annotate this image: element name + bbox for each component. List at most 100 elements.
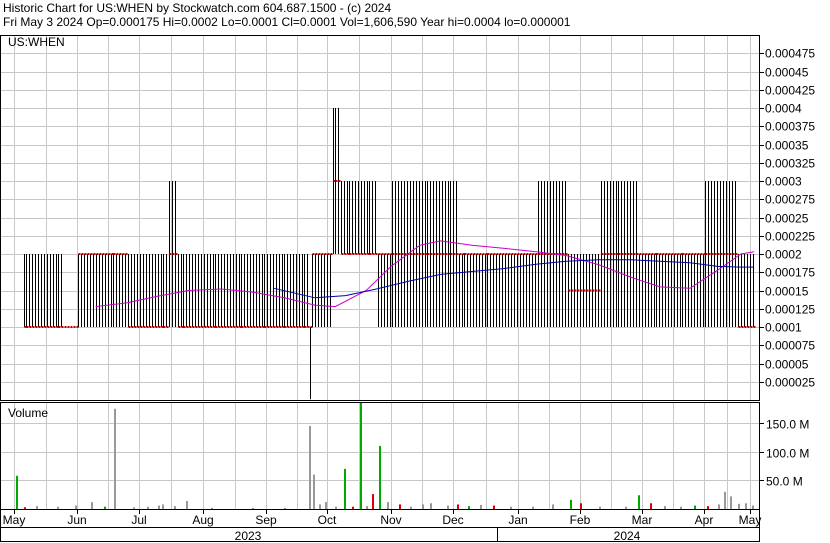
month-label: Feb [570, 513, 591, 527]
volume-bar [379, 445, 381, 509]
volume-axis-ticks: 150.0 M 100.0 M 50.0 M [760, 418, 809, 489]
volume-label: Volume [8, 406, 48, 420]
price-tick-label: 0.00025 [765, 212, 809, 226]
volume-tick-label: 150.0 M [766, 418, 809, 432]
year-label-2023: 2023 [235, 529, 262, 543]
price-tick-label: 0.0002 [765, 248, 802, 262]
month-label: Sep [255, 513, 277, 527]
volume-bar [325, 502, 327, 509]
volume-bar [552, 504, 554, 509]
volume-bar [410, 506, 412, 509]
symbol-label: US:WHEN [8, 35, 65, 49]
volume-bar [252, 507, 254, 509]
volume-tick-label: 100.0 M [766, 447, 809, 461]
volume-bar [664, 506, 666, 509]
month-axis-labels: May Jun Jul Aug Sep Oct Nov Dec Jan Feb Mar Apr May [3, 510, 762, 527]
volume-bar [707, 506, 709, 509]
volume-bar [570, 499, 572, 509]
volume-bar [372, 494, 374, 509]
volume-bar [580, 503, 582, 509]
price-tick-label: 0.000175 [765, 266, 815, 280]
volume-bar [430, 503, 432, 509]
volume-bar [599, 506, 601, 509]
month-label: Oct [318, 513, 337, 527]
volume-bar [211, 507, 213, 509]
price-tick-label: 0.000225 [765, 230, 815, 244]
volume-bar [480, 504, 482, 509]
volume-bar [532, 506, 534, 509]
volume-bar [745, 503, 747, 509]
price-tick-label: 0.000275 [765, 193, 815, 207]
volume-bars [16, 402, 754, 509]
month-label: Jul [131, 513, 146, 527]
volume-bar [284, 507, 286, 509]
volume-bar [335, 506, 337, 509]
volume-bar [158, 505, 160, 509]
volume-bar [422, 504, 424, 509]
month-label: Nov [380, 513, 401, 527]
month-label: Mar [632, 513, 653, 527]
volume-bar [114, 408, 116, 509]
volume-bar [510, 506, 512, 509]
price-tick-label: 0.0004 [765, 102, 802, 116]
price-bars [24, 108, 756, 400]
volume-bar [147, 506, 149, 509]
price-tick-label: 0.00015 [765, 285, 809, 299]
volume-bar [694, 505, 696, 509]
volume-bar [650, 503, 652, 509]
volume-bar [730, 496, 732, 509]
price-tick-label: 0.00045 [765, 66, 809, 80]
volume-bar [638, 495, 640, 509]
volume-bar [457, 504, 459, 509]
month-label: Dec [442, 513, 463, 527]
volume-bar [399, 504, 401, 509]
volume-bar [752, 505, 754, 509]
price-tick-label: 0.00005 [765, 358, 809, 372]
price-tick-label: 0.0003 [765, 175, 802, 189]
volume-bar [75, 505, 77, 509]
volume-bar [133, 507, 135, 509]
stock-chart: 0.000475 0.00045 0.000425 0.0004 0.000375 0.0… [0, 35, 815, 543]
volume-bar [468, 506, 470, 509]
volume-bar [493, 505, 495, 509]
volume-bar [738, 503, 740, 509]
price-tick-label: 0.000025 [765, 376, 815, 390]
volume-bar [162, 504, 164, 509]
moving-average-lines [95, 240, 755, 308]
month-label: May [3, 513, 26, 527]
volume-bar [319, 504, 321, 509]
price-axis-ticks: 0.000475 0.00045 0.000425 0.0004 0.000375 0.0… [760, 47, 815, 390]
volume-bar [104, 506, 106, 509]
volume-bar [625, 506, 627, 509]
volume-bar [313, 474, 315, 509]
volume-bar [447, 505, 449, 509]
price-tick-label: 0.000125 [765, 303, 815, 317]
volume-bar [57, 506, 59, 509]
volume-bar [724, 491, 726, 509]
price-tick-label: 0.000375 [765, 120, 815, 134]
volume-bar [16, 475, 18, 509]
month-label: Aug [192, 513, 213, 527]
month-label: Apr [695, 513, 714, 527]
chart-header-title: Historic Chart for US:WHEN by Stockwatch… [3, 1, 392, 15]
volume-bar [387, 502, 389, 509]
month-label: May [739, 513, 762, 527]
volume-bar [24, 507, 26, 509]
volume-bar [360, 402, 362, 509]
price-tick-label: 0.0001 [765, 321, 802, 335]
volume-bar [36, 506, 38, 509]
price-tick-label: 0.00035 [765, 139, 809, 153]
volume-bar [91, 502, 93, 509]
price-grid [1, 36, 759, 400]
volume-bar [186, 500, 188, 509]
volume-bar [366, 506, 368, 509]
volume-bar [352, 506, 354, 509]
volume-bar [309, 425, 311, 509]
moving-average-short-line [95, 240, 755, 308]
price-tick-label: 0.000075 [765, 339, 815, 353]
price-tick-label: 0.000325 [765, 157, 815, 171]
month-label: Jan [508, 513, 527, 527]
month-label: Jun [67, 513, 86, 527]
volume-bar [718, 504, 720, 509]
volume-tick-label: 50.0 M [766, 475, 803, 489]
